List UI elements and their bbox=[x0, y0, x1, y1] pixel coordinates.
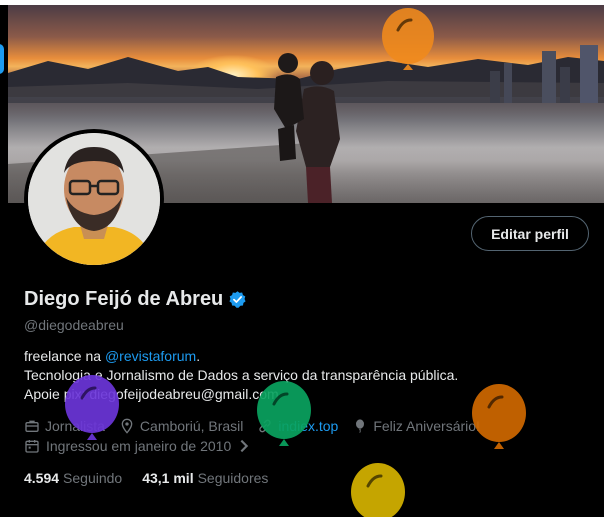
briefcase-icon bbox=[25, 420, 39, 432]
meta-birthday-text: Feliz Aniversário! bbox=[373, 418, 480, 434]
balloon-green-icon bbox=[257, 381, 311, 446]
mention-link[interactable]: @revistaforum bbox=[105, 348, 196, 364]
following-count: 4.594 bbox=[24, 470, 60, 486]
left-edge-indicator bbox=[0, 44, 4, 74]
followers-link[interactable]: 43,1 mil Seguidores bbox=[142, 470, 268, 486]
edit-profile-button[interactable]: Editar perfil bbox=[471, 216, 589, 251]
meta-location-text: Camboriú, Brasil bbox=[139, 418, 244, 434]
profile-name: Diego Feijó de Abreu bbox=[24, 288, 224, 310]
bio-text: . bbox=[196, 348, 201, 364]
banner-buildings bbox=[490, 45, 598, 103]
profile-joined-row[interactable]: Ingressou em janeiro de 2010 bbox=[24, 438, 258, 454]
verified-badge-icon[interactable] bbox=[228, 290, 247, 309]
meta-birthday: Feliz Aniversário! bbox=[352, 418, 480, 434]
profile-handle: @diegodeabreu bbox=[24, 317, 124, 333]
bio-line-1: freelance na @revistaforum. bbox=[24, 347, 584, 366]
location-pin-icon bbox=[121, 418, 133, 434]
followers-count: 43,1 mil bbox=[142, 470, 194, 486]
calendar-icon bbox=[25, 440, 39, 453]
balloon-purple-icon bbox=[65, 375, 119, 440]
banner-people-silhouette bbox=[274, 53, 340, 203]
balloon-yellow-icon bbox=[351, 463, 405, 517]
profile-name-row: Diego Feijó de Abreu bbox=[24, 288, 247, 311]
avatar-photo bbox=[28, 133, 160, 265]
balloon-icon bbox=[356, 419, 365, 433]
followers-label: Seguidores bbox=[197, 470, 269, 486]
follow-stats: 4.594 Seguindo 43,1 mil Seguidores bbox=[24, 470, 288, 486]
profile-avatar[interactable] bbox=[24, 129, 164, 269]
bio-text: freelance na bbox=[24, 348, 105, 364]
meta-location: Camboriú, Brasil bbox=[119, 418, 243, 434]
following-label: Seguindo bbox=[63, 470, 123, 486]
following-link[interactable]: 4.594 Seguindo bbox=[24, 470, 122, 486]
balloon-dark-orange-icon bbox=[472, 384, 526, 449]
chevron-right-icon bbox=[240, 439, 249, 453]
balloon-orange-icon bbox=[382, 8, 434, 70]
